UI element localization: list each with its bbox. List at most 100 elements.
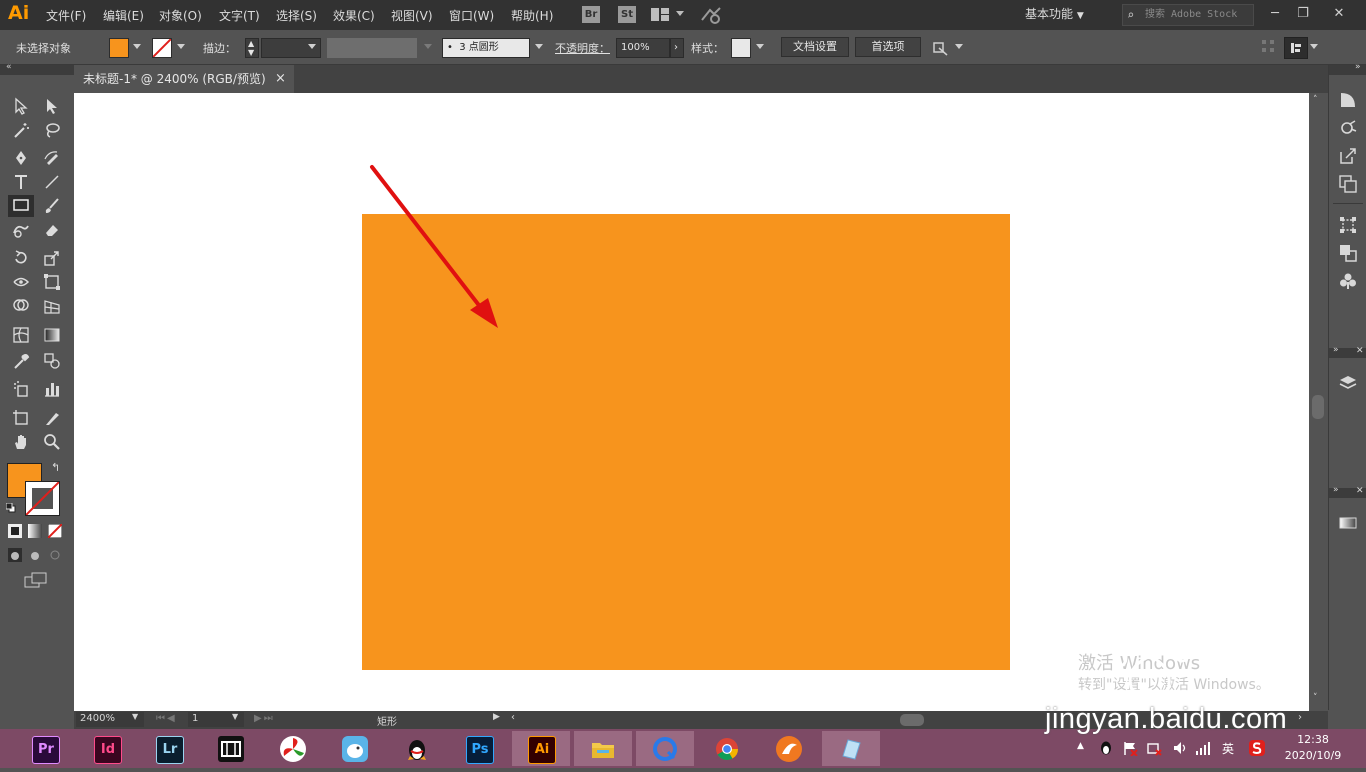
menu-help[interactable]: 帮助(H) — [511, 7, 553, 24]
stroke-dropdown-icon[interactable] — [177, 44, 185, 49]
rectangle-tool-icon[interactable] — [8, 195, 34, 217]
horizontal-scroll-thumb[interactable] — [900, 714, 924, 726]
selection-tool-icon[interactable] — [10, 96, 32, 116]
pen-tool-icon[interactable] — [10, 148, 32, 168]
taskbar-bird-app[interactable] — [326, 731, 384, 766]
dock-group-header[interactable]: » ✕ — [1329, 345, 1366, 358]
zoom-dropdown-icon[interactable]: ▼ — [132, 712, 138, 721]
artboard-dropdown-icon[interactable]: ▼ — [232, 712, 238, 721]
profile-dropdown-icon[interactable] — [424, 44, 432, 49]
layers-icon[interactable] — [1339, 374, 1357, 392]
tools-panel-grip[interactable]: « — [0, 62, 74, 75]
gradient-mode-icon[interactable] — [28, 524, 42, 538]
tray-network-flag-icon[interactable] — [1122, 740, 1138, 757]
eraser-tool-icon[interactable] — [41, 220, 63, 240]
default-colors-icon[interactable] — [5, 502, 16, 513]
transform-icon[interactable] — [1339, 216, 1357, 234]
taskbar-lightroom[interactable]: Lr — [140, 731, 198, 766]
isolate-dropdown-icon[interactable] — [955, 44, 963, 49]
align-grid-icon[interactable] — [1262, 40, 1274, 52]
dock-grip[interactable]: » — [1329, 62, 1366, 75]
color-guide-icon[interactable] — [1339, 91, 1357, 109]
scroll-down-icon[interactable]: ˅ — [1313, 693, 1318, 703]
tray-usb-icon[interactable] — [1146, 740, 1162, 756]
pathfinder-icon[interactable] — [1339, 244, 1357, 262]
tray-ime-indicator[interactable]: 英 — [1222, 740, 1234, 757]
taskbar-notes[interactable] — [822, 731, 880, 766]
stroke-color-swatch[interactable] — [25, 481, 60, 516]
tray-signal-icon[interactable] — [1195, 740, 1211, 756]
stock-search-input[interactable]: ⌕ 搜索 Adobe Stock — [1122, 4, 1254, 26]
artboard-tool-icon[interactable] — [10, 408, 32, 428]
stroke-weight-stepper[interactable]: ▲ ▼ — [245, 38, 259, 58]
color-mode-icon[interactable] — [8, 524, 22, 538]
tray-qq-icon[interactable] — [1098, 740, 1114, 756]
close-tab-icon[interactable]: × — [275, 65, 286, 93]
menu-window[interactable]: 窗口(W) — [449, 7, 494, 24]
isolate-icon[interactable] — [931, 39, 949, 57]
curvature-tool-icon[interactable] — [41, 148, 63, 168]
taskbar-chrome[interactable] — [698, 731, 756, 766]
menu-select[interactable]: 选择(S) — [276, 7, 317, 24]
stroke-swatch[interactable] — [152, 38, 172, 58]
document-setup-button[interactable]: 文档设置 — [781, 37, 849, 57]
stock-button[interactable]: St — [618, 6, 636, 23]
style-dropdown-icon[interactable] — [756, 44, 764, 49]
bridge-button[interactable]: Br — [582, 6, 600, 23]
close-icon[interactable]: ✕ — [1326, 4, 1352, 24]
artboards-icon[interactable] — [1339, 175, 1357, 193]
taskbar-file-explorer[interactable] — [574, 731, 632, 766]
rotate-tool-icon[interactable] — [10, 248, 32, 268]
appearance-icon[interactable] — [1339, 119, 1357, 137]
gpu-performance-icon[interactable] — [700, 6, 722, 24]
direct-selection-tool-icon[interactable] — [41, 96, 63, 116]
lasso-tool-icon[interactable] — [41, 120, 63, 140]
taskbar-pinwheel-app[interactable] — [264, 731, 322, 766]
opacity-label[interactable]: 不透明度： — [555, 40, 610, 56]
draw-normal-icon[interactable] — [8, 548, 22, 562]
scroll-up-icon[interactable]: ˄ — [1313, 95, 1318, 105]
taskbar-fox-app[interactable] — [760, 731, 818, 766]
taskbar-illustrator[interactable]: Ai — [512, 731, 570, 766]
vertical-scrollbar[interactable]: ˄ ˅ — [1309, 93, 1327, 711]
symbols-icon[interactable] — [1339, 272, 1357, 290]
taskbar-photoshop[interactable]: Ps — [450, 731, 508, 766]
magic-wand-tool-icon[interactable] — [10, 120, 32, 140]
taskbar-premiere[interactable]: Pr — [16, 731, 74, 766]
vertical-scroll-thumb[interactable] — [1312, 395, 1324, 419]
opacity-input[interactable]: 100% — [616, 38, 670, 58]
tray-expand-icon[interactable]: ▲ — [1077, 741, 1084, 751]
artboard-number-field[interactable]: 1 ▼ — [188, 712, 244, 727]
menu-view[interactable]: 视图(V) — [391, 7, 433, 24]
stroke-weight-dropdown-icon[interactable] — [308, 44, 316, 49]
opacity-arrow-icon[interactable]: › — [670, 38, 684, 58]
menu-type[interactable]: 文字(T) — [219, 7, 260, 24]
paintbrush-tool-icon[interactable] — [41, 196, 63, 216]
perspective-grid-tool-icon[interactable] — [41, 296, 63, 316]
free-transform-tool-icon[interactable] — [41, 272, 63, 292]
zoom-level-field[interactable]: 2400% ▼ — [76, 712, 144, 727]
graphic-style-swatch[interactable] — [731, 38, 751, 58]
taskbar-indesign[interactable]: Id — [78, 731, 136, 766]
dock-group-header-2[interactable]: » ✕ — [1329, 485, 1366, 498]
hand-tool-icon[interactable] — [10, 432, 32, 452]
status-menu-arrow-icon[interactable]: ▶ — [493, 712, 500, 722]
restore-icon[interactable]: ❐ — [1290, 4, 1316, 24]
brush-definition[interactable]: • 3 点圆形 — [442, 38, 530, 58]
menu-object[interactable]: 对象(O) — [159, 7, 202, 24]
shaper-tool-icon[interactable] — [10, 220, 32, 240]
mesh-tool-icon[interactable] — [10, 325, 32, 345]
draw-inside-icon[interactable] — [48, 548, 62, 562]
artboard-first-prev-icons[interactable]: ⏮◀ — [156, 713, 177, 724]
panel-menu-dropdown-icon[interactable] — [1310, 44, 1318, 49]
menu-file[interactable]: 文件(F) — [46, 7, 86, 24]
none-mode-icon[interactable] — [47, 523, 63, 539]
zoom-tool-icon[interactable] — [41, 432, 63, 452]
gradient-tool-icon[interactable] — [41, 325, 63, 345]
swap-colors-icon[interactable]: ↰ — [51, 461, 60, 474]
line-segment-tool-icon[interactable] — [41, 172, 63, 192]
scroll-right-icon[interactable]: › — [1298, 712, 1302, 723]
artboard-next-last-icons[interactable]: ▶⏭ — [254, 713, 275, 724]
slice-tool-icon[interactable] — [41, 408, 63, 428]
fill-dropdown-icon[interactable] — [133, 44, 141, 49]
